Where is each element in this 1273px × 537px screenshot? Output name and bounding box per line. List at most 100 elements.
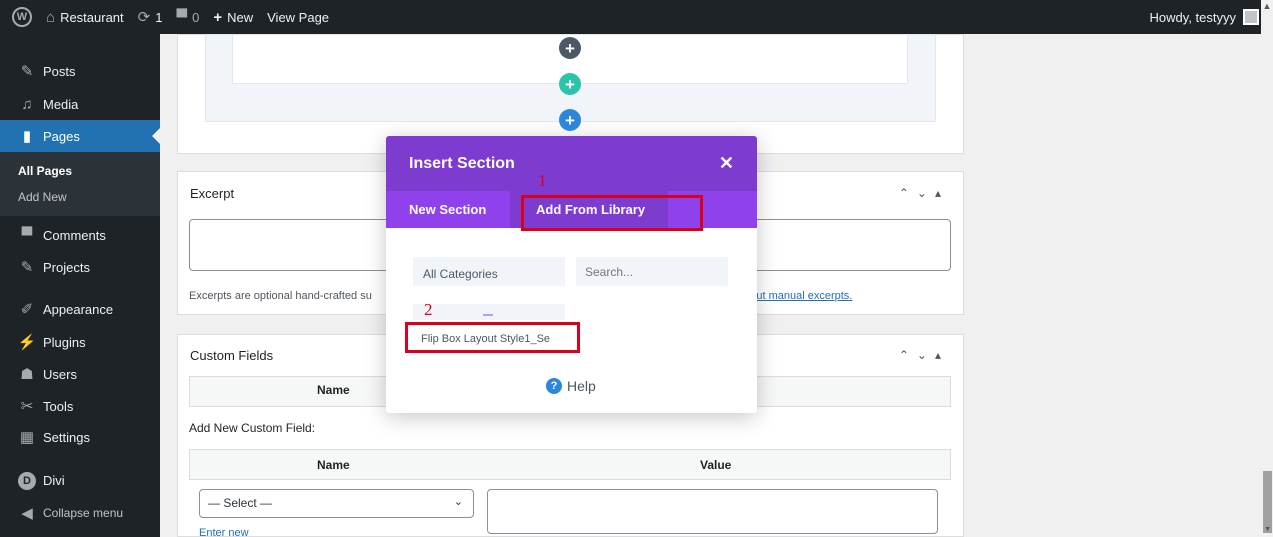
sidebar-item-tools[interactable]: ✂ Tools (0, 390, 160, 422)
divi-icon: D (17, 471, 37, 490)
sidebar-item-comments[interactable]: ▀ Comments (0, 219, 160, 251)
site-name-link[interactable]: ⌂ Restaurant (39, 0, 131, 34)
admin-bar: W ⌂ Restaurant ⟳ 1 ▀ 0 + New View Page H… (0, 0, 1273, 34)
new-field-table-header (189, 449, 951, 480)
pages-icon: ▮ (22, 128, 32, 145)
add-module-button[interactable]: + (559, 37, 581, 59)
new-label: New (227, 9, 254, 25)
view-page-link[interactable]: View Page (260, 0, 336, 34)
sidebar-item-appearance[interactable]: ✐ Appearance (0, 293, 160, 325)
sidebar-item-label: Appearance (43, 301, 114, 317)
comments-link[interactable]: ▀ 0 (169, 0, 206, 34)
plus-icon: + (565, 74, 575, 94)
custom-fields-title: Custom Fields (190, 348, 274, 363)
sidebar-item-label: Comments (43, 227, 106, 243)
excerpt-help-text: Excerpts are optional hand-crafted su (189, 290, 372, 302)
custom-field-value-textarea[interactable] (487, 489, 938, 534)
column-header-value: Value (700, 458, 732, 472)
updates-count: 1 (155, 9, 163, 25)
category-select-value: All Categories (423, 267, 498, 281)
brush-icon: ✐ (20, 301, 34, 318)
sidebar-item-label: Users (43, 366, 77, 382)
sidebar-item-divi[interactable]: D Divi (0, 464, 160, 496)
collapse-icon: ◀ (21, 505, 33, 522)
scroll-down-arrow-icon[interactable]: ▼ (1264, 526, 1271, 533)
comment-icon: ▀ (21, 226, 33, 244)
add-custom-field-label: Add New Custom Field: (189, 421, 316, 435)
column-header-name: Name (317, 458, 350, 472)
my-account-link[interactable]: Howdy, testyyy (1150, 0, 1259, 34)
avatar (1243, 9, 1259, 25)
settings-icon: ▦ (19, 429, 35, 446)
site-name: Restaurant (60, 9, 124, 25)
modal-title: Insert Section (409, 155, 515, 172)
greeting: Howdy, testyyy (1149, 9, 1236, 25)
submenu-all-pages[interactable]: All Pages (18, 164, 72, 178)
column-header-name: Name (317, 383, 350, 397)
close-icon[interactable]: ✕ (719, 153, 734, 174)
library-list-header (413, 304, 565, 320)
plugin-icon: ⚡ (17, 334, 37, 351)
insert-section-modal: Insert Section ✕ New Section Add From Li… (386, 136, 757, 413)
enter-new-link[interactable]: Enter new (199, 527, 249, 537)
sidebar-item-label: Projects (43, 259, 90, 275)
plus-icon: + (565, 110, 575, 130)
collapse-menu-button[interactable]: ◀ Collapse menu (0, 497, 160, 529)
plus-icon: + (565, 38, 575, 58)
modal-header: Insert Section ✕ (386, 136, 757, 191)
sidebar-item-posts[interactable]: ✎ Posts (0, 55, 160, 87)
sidebar-item-label: Plugins (43, 334, 86, 350)
help-button[interactable]: ? Help (546, 378, 596, 394)
help-icon: ? (546, 378, 562, 394)
tab-label: New Section (409, 202, 487, 217)
sidebar-item-label: Tools (43, 398, 74, 414)
category-select[interactable]: All Categories (413, 257, 565, 286)
home-icon: ⌂ (46, 8, 56, 26)
users-icon: ☗ (20, 366, 34, 383)
comments-count: 0 (192, 9, 200, 25)
annotation-box-1 (521, 195, 703, 231)
custom-field-key-select[interactable]: — Select — ⌄ (199, 489, 474, 518)
sidebar-item-label: Media (43, 96, 79, 112)
library-search-input[interactable] (576, 257, 728, 286)
chevron-down-icon: ⌄ (453, 496, 463, 508)
page-scrollbar[interactable] (1261, 34, 1273, 537)
wrench-icon: ✂ (20, 398, 34, 415)
updates-link[interactable]: ⟳ 1 (131, 0, 170, 34)
pages-submenu: All Pages Add New (0, 152, 160, 216)
postbox-controls[interactable]: ⌃⌄▴ (899, 348, 949, 362)
media-icon: ♫ (21, 95, 33, 113)
sidebar-item-plugins[interactable]: ⚡ Plugins (0, 326, 160, 358)
select-value: — Select — (208, 496, 273, 510)
wordpress-icon: W (12, 7, 32, 27)
admin-sidebar: ✎ Posts ♫ Media ▮ Pages All Pages Add Ne… (0, 34, 160, 537)
view-page-label: View Page (267, 9, 330, 25)
drag-handle-icon (483, 314, 493, 316)
pin-icon: ✎ (20, 63, 34, 80)
sidebar-item-pages[interactable]: ▮ Pages (0, 120, 160, 152)
sidebar-item-projects[interactable]: ✎ Projects (0, 251, 160, 283)
annotation-number-1: 1 (538, 171, 547, 190)
sidebar-item-label: Collapse menu (43, 506, 124, 520)
help-label: Help (567, 378, 596, 394)
sidebar-item-users[interactable]: ☗ Users (0, 358, 160, 390)
sidebar-item-label: Pages (43, 128, 80, 144)
annotation-number-2: 2 (424, 300, 433, 319)
add-section-button[interactable]: + (559, 109, 581, 131)
postbox-controls[interactable]: ⌃⌄▴ (899, 186, 949, 200)
sidebar-item-label: Settings (43, 429, 90, 445)
comment-icon: ▀ (176, 8, 188, 26)
submenu-add-new[interactable]: Add New (18, 190, 67, 204)
tab-new-section[interactable]: New Section (386, 191, 510, 228)
sidebar-item-label: Posts (43, 63, 76, 79)
annotation-box-2 (405, 322, 580, 353)
new-content-link[interactable]: + New (206, 0, 260, 34)
pin-icon: ✎ (20, 259, 34, 276)
scroll-up-arrow-icon[interactable]: ▲ (1261, 0, 1273, 34)
wp-logo-button[interactable]: W (0, 0, 39, 34)
sidebar-item-media[interactable]: ♫ Media (0, 88, 160, 120)
scrollbar-thumb[interactable] (1263, 471, 1272, 533)
excerpt-title: Excerpt (190, 186, 235, 201)
sidebar-item-settings[interactable]: ▦ Settings (0, 421, 160, 453)
add-row-button[interactable]: + (559, 73, 581, 95)
